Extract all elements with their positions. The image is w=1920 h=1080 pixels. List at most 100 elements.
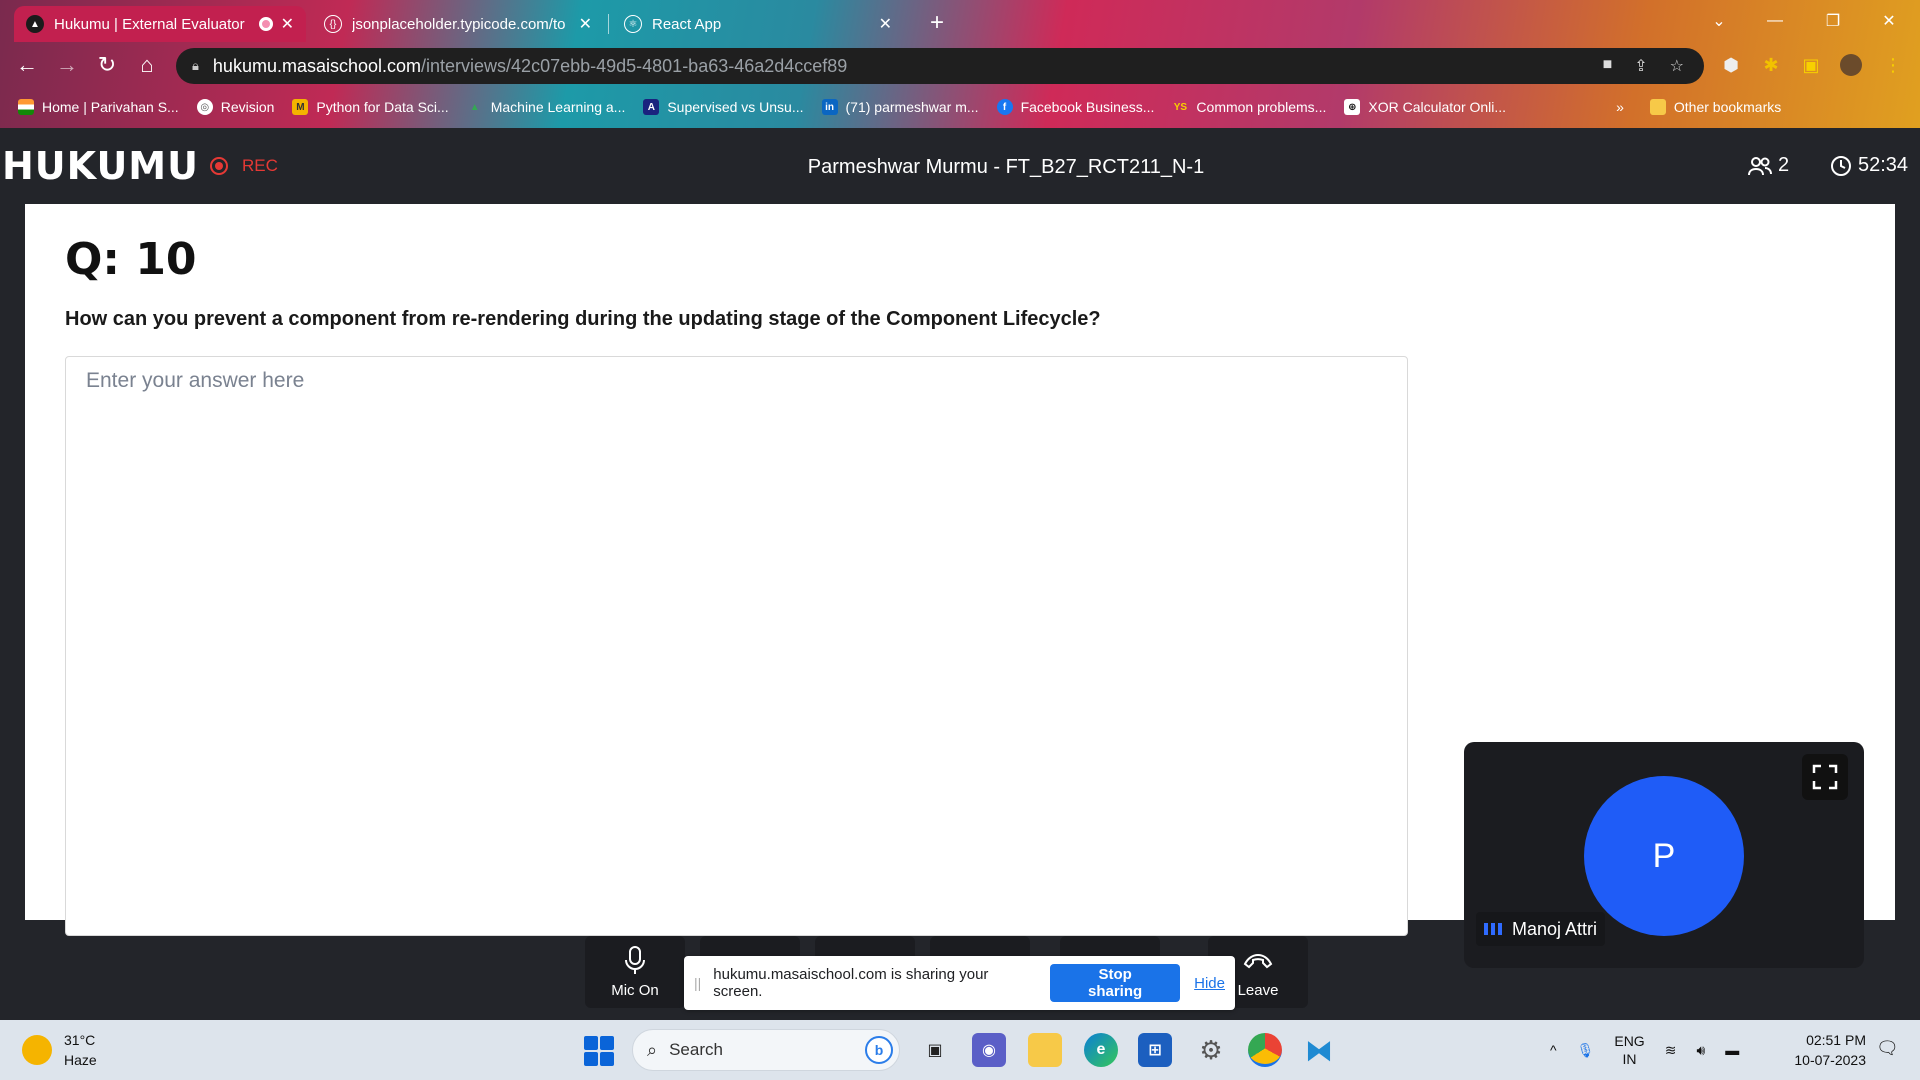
timer-value: 52:34 [1858,154,1909,176]
language-indicator[interactable]: ENG IN [1614,1032,1644,1068]
other-bookmarks-label: Other bookmarks [1673,99,1782,115]
close-tab-icon[interactable]: ✕ [281,14,294,34]
tab-hukumu[interactable]: ▲ Hukumu | External Evaluator ✕ [14,6,306,42]
mic-button[interactable]: Mic On [585,936,685,1008]
clock-icon [1831,155,1851,176]
bookmark-facebook[interactable]: f Facebook Business... [996,99,1155,115]
new-tab-button[interactable]: + [922,8,952,38]
tab-label: React App [652,15,722,33]
globe-icon: ◎ [196,99,213,115]
close-window-button[interactable]: ✕ [1866,6,1912,36]
microphone-icon [624,945,646,976]
microphone-in-use-icon[interactable]: 🎙︎ [1577,1042,1595,1059]
tab-strip: ▲ Hukumu | External Evaluator ✕ {} jsonp… [0,0,1920,42]
bookmark-label: XOR Calculator Onli... [1368,99,1507,115]
bookmark-star-icon[interactable]: ☆ [1670,56,1684,76]
participants-button[interactable]: 2 [1748,154,1789,177]
bookmark-label: Facebook Business... [1020,99,1155,115]
tab-react-app[interactable]: ⚛ React App ✕ [612,6,904,42]
share-icon[interactable]: ⇪ [1634,56,1647,76]
search-placeholder: Search [669,1040,723,1059]
bookmark-common-problems[interactable]: YS Common problems... [1172,99,1327,115]
participant-nametag: Manoj Attri [1476,912,1606,946]
volume-icon[interactable]: 🔊︎ [1696,1042,1705,1059]
hukumu-favicon-icon: ▲ [26,15,44,33]
vscode-icon[interactable]: ⧓ [1302,1033,1336,1067]
app-header: HUKUMU REC Parmeshwar Murmu - FT_B27_RCT… [0,128,1920,204]
back-button[interactable]: ← [12,50,42,80]
taskbar-search[interactable]: ⌕ Search b [632,1029,900,1071]
browser-chrome: ▲ Hukumu | External Evaluator ✕ {} jsonp… [0,0,1920,128]
camera-in-use-icon[interactable]: ■ [1603,56,1613,76]
notifications-icon[interactable]: 🗨︎ [1876,1038,1899,1059]
other-bookmarks[interactable]: Other bookmarks [1649,99,1782,115]
teams-chat-icon[interactable]: ◉ [972,1033,1006,1067]
settings-gear-icon[interactable]: ⚙ [1194,1033,1228,1067]
jsonplaceholder-favicon-icon: {} [324,15,342,33]
gmail-icon: M [292,99,309,115]
answer-input[interactable] [65,356,1408,936]
close-tab-icon[interactable]: ✕ [879,14,892,34]
mic-label: Mic On [611,981,659,999]
wifi-icon[interactable]: ≋ [1665,1042,1677,1059]
file-explorer-icon[interactable] [1028,1033,1062,1067]
bookmark-xor-calculator[interactable]: ⊕ XOR Calculator Onli... [1344,99,1506,115]
recording-indicator-icon [258,17,273,31]
close-tab-icon[interactable]: ✕ [579,14,592,34]
hide-banner-link[interactable]: Hide [1194,975,1225,992]
bookmark-parivahan[interactable]: Home | Parivahan S... [18,99,179,115]
profile-avatar[interactable] [1840,54,1862,76]
drag-handle-icon[interactable]: || [694,975,701,991]
tab-separator [608,14,609,34]
edge-icon[interactable]: e [1084,1033,1118,1067]
fullscreen-button[interactable] [1802,754,1848,800]
bookmark-supervised[interactable]: A Supervised vs Unsu... [643,99,804,115]
clock-time: 02:51 PM [1806,1032,1866,1048]
bookmarks-overflow-button[interactable]: » [1616,99,1624,115]
bookmark-linkedin[interactable]: in (71) parmeshwar m... [821,99,979,115]
stop-sharing-button[interactable]: Stop sharing [1050,964,1181,1002]
task-view-icon[interactable]: ▣ [918,1033,952,1067]
system-clock[interactable]: 02:51 PM 10-07-2023 [1786,1030,1866,1070]
forward-button[interactable]: → [52,50,82,80]
extensions-puzzle-icon[interactable]: ✱ [1760,54,1782,76]
linkedin-icon: in [821,99,838,115]
search-icon: ⌕ [647,1039,658,1060]
bookmark-machine-learning[interactable]: ▲ Machine Learning a... [467,99,626,115]
battery-icon[interactable]: ▬ [1725,1042,1739,1058]
lock-icon: 🔒︎ [192,58,199,73]
home-button[interactable]: ⌂ [132,50,162,80]
drive-icon: ▲ [469,101,480,113]
minimize-button[interactable]: — [1752,6,1798,36]
show-hidden-icons-icon[interactable]: ^ [1550,1042,1557,1058]
restore-button[interactable]: ❐ [1810,6,1856,36]
tab-search-chevron-icon[interactable]: ⌄ [1696,6,1742,36]
tab-jsonplaceholder[interactable]: {} jsonplaceholder.typicode.com/to ✕ [312,6,604,42]
reload-button[interactable]: ↻ [92,50,122,80]
screen-share-banner: || hukumu.masaischool.com is sharing you… [684,956,1235,1010]
bookmark-label: Python for Data Sci... [316,99,449,115]
region-code: IN [1622,1051,1637,1067]
participants-icon [1748,156,1772,175]
store-icon[interactable]: ⊞ [1138,1033,1172,1067]
extension-cube-icon[interactable]: ⬢ [1720,54,1742,76]
bookmark-python[interactable]: M Python for Data Sci... [292,99,449,115]
language-code: ENG [1614,1033,1645,1049]
fullscreen-icon [1812,764,1838,790]
weather-widget[interactable]: 31°C Haze [22,1030,97,1070]
browser-menu-icon[interactable]: ⋮ [1882,54,1904,76]
bookmark-label: Machine Learning a... [490,99,626,115]
address-bar[interactable]: 🔒︎ hukumu.masaischool.com/interviews/42c… [176,48,1704,84]
chrome-icon[interactable] [1248,1033,1282,1067]
bookmark-revision[interactable]: ◎ Revision [196,99,274,115]
ys-icon: YS [1173,101,1188,113]
session-timer: 52:34 [1830,154,1908,177]
bing-icon[interactable]: b [865,1036,893,1064]
tab-label: jsonplaceholder.typicode.com/to [352,15,566,33]
question-text: How can you prevent a component from re-… [65,308,1101,330]
browser-toolbar: ← → ↻ ⌂ 🔒︎ hukumu.masaischool.com/interv… [0,44,1920,86]
url-path: /interviews/42c07ebb-49d5-4801-ba63-46a2… [421,55,848,76]
start-button[interactable] [584,1036,614,1066]
participant-count: 2 [1778,154,1790,176]
side-panel-icon[interactable]: ▣ [1800,54,1822,76]
